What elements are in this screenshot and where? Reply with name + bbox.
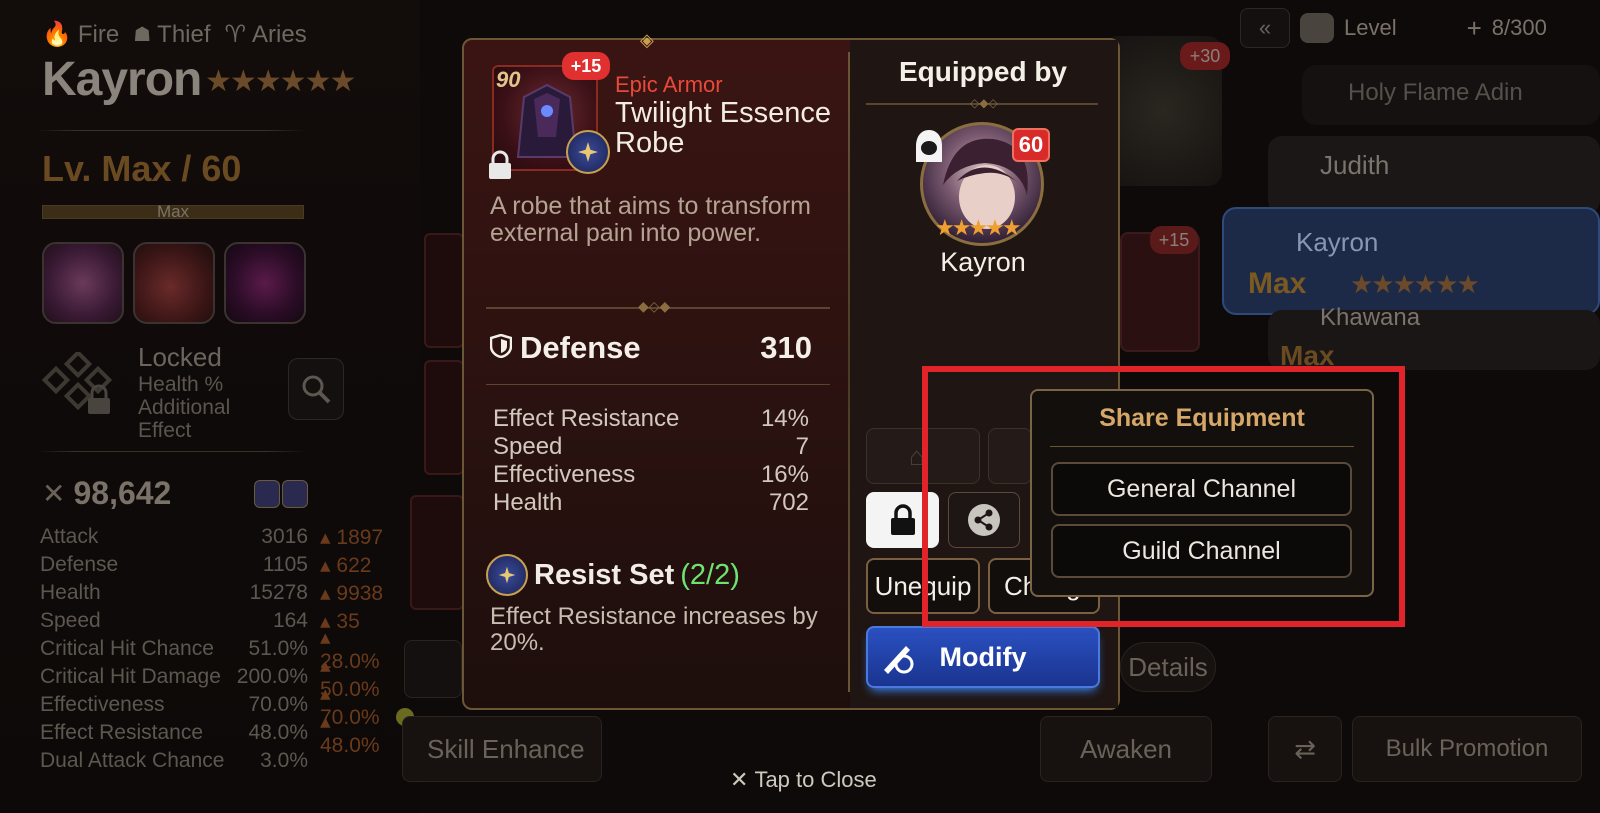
search-button[interactable] bbox=[288, 358, 344, 420]
double-chevron-left-icon: « bbox=[1258, 15, 1272, 40]
sub-stats: Effect Resistance 14% Speed 7 Effectivenes… bbox=[493, 405, 809, 517]
skill-enhance-button[interactable]: Skill Enhance bbox=[402, 716, 602, 782]
modify-button[interactable]: Modify bbox=[866, 626, 1100, 688]
hero-tags: 🔥 Fire ☗ Thief ♈ Aries bbox=[42, 20, 307, 49]
imprint-locked-title: Locked bbox=[138, 342, 222, 372]
set-title: Resist Set (2/2) bbox=[486, 554, 740, 596]
set-description: Effect Resistance increases by 20%. bbox=[490, 603, 818, 656]
modify-tool-icon bbox=[880, 640, 918, 683]
skill-1-icon[interactable] bbox=[42, 242, 124, 324]
hero-name: Kayron bbox=[42, 53, 202, 106]
equip-slot-helmet[interactable] bbox=[424, 360, 464, 475]
imprint-lock-icon bbox=[40, 349, 116, 423]
sub-stat-row: Effectiveness 16% bbox=[493, 461, 809, 488]
hero-list-item-selected[interactable]: Kayron Max ★★★★★★ bbox=[1222, 207, 1600, 315]
divider bbox=[848, 52, 850, 692]
set-icon bbox=[282, 480, 308, 508]
imprint-locked-desc: Health % Additional Effect bbox=[138, 373, 231, 442]
resist-set-icon bbox=[486, 554, 528, 596]
item-description: A robe that aims to transform external p… bbox=[490, 192, 811, 247]
awaken-button[interactable]: Awaken bbox=[1040, 716, 1212, 782]
hero-list-item[interactable]: Khawana Max bbox=[1268, 304, 1600, 371]
equipped-by-title: Equipped by bbox=[899, 56, 1067, 87]
sub-stat-row: Health 702 bbox=[493, 489, 809, 516]
item-rarity: Epic Armor bbox=[615, 72, 723, 97]
hero-stats-table: Attack 3016 ▴ 1897 Defense 1105 ▴ 622 Health… bbox=[40, 523, 390, 775]
aries-icon: ♈ bbox=[224, 21, 247, 48]
lock-icon bbox=[890, 504, 915, 535]
bulk-promotion-button[interactable]: Bulk Promotion bbox=[1352, 716, 1582, 782]
hero-list-item[interactable]: Judith bbox=[1268, 136, 1600, 214]
stat-row: Health 15278 ▴ 9938 bbox=[40, 581, 384, 605]
divider bbox=[36, 451, 306, 452]
ornament-icon: ◆◇◆ bbox=[638, 298, 671, 314]
hero-level-badge: 60 bbox=[1012, 128, 1050, 162]
ornament-icon: ◈ bbox=[640, 30, 654, 50]
class-tag: ☗ Thief bbox=[133, 20, 211, 48]
swap-button[interactable]: ⇄ bbox=[1268, 716, 1342, 782]
equip-slot-weapon[interactable] bbox=[424, 233, 464, 348]
top-bar: « Level + 8/300 bbox=[1240, 8, 1547, 48]
item-enhance-badge: +15 bbox=[562, 52, 610, 80]
skill-2-icon[interactable] bbox=[133, 242, 215, 324]
plus-icon: + bbox=[1466, 12, 1482, 43]
equip-slot-armor[interactable] bbox=[410, 495, 464, 610]
level-bar-label: Max bbox=[156, 202, 190, 221]
swap-icon: ⇄ bbox=[1294, 733, 1316, 764]
equipped-hero-name: Kayron bbox=[940, 247, 1026, 277]
lock-icon bbox=[487, 150, 513, 185]
enhance-badge: +15 bbox=[1150, 226, 1198, 254]
tap-to-close[interactable]: ✕ Tap to Close bbox=[730, 767, 877, 793]
collapse-button[interactable]: « bbox=[1240, 8, 1290, 48]
details-button[interactable]: Details bbox=[1120, 642, 1216, 692]
item-level: 90 bbox=[496, 67, 521, 92]
hero-stars: ★★★★★★ bbox=[205, 65, 356, 98]
element-tag: 🔥 Fire bbox=[42, 20, 120, 49]
crossed-swords-icon: ✕ bbox=[42, 478, 66, 509]
highlight-box bbox=[922, 366, 1405, 627]
hero-level: Lv. Max / 60 bbox=[42, 148, 242, 189]
set-badges bbox=[254, 480, 308, 508]
set-icon bbox=[254, 480, 280, 508]
stat-row: Effect Resistance 48.0% ▴ 48.0% bbox=[40, 709, 380, 757]
resist-set-icon bbox=[566, 130, 610, 174]
skill-3-icon[interactable] bbox=[224, 242, 306, 324]
sub-stat-row: Effect Resistance 14% bbox=[493, 405, 809, 432]
sub-stat-row: Speed 7 bbox=[493, 433, 809, 460]
hero-list-item[interactable]: Holy Flame Adin bbox=[1302, 65, 1600, 125]
thief-icon: ☗ bbox=[133, 24, 152, 46]
main-stat: Defense 310 bbox=[489, 330, 812, 366]
stat-row: Defense 1105 ▴ 622 bbox=[40, 553, 372, 577]
fire-icon: 🔥 bbox=[42, 21, 72, 48]
hero-capacity: 8/300 bbox=[1491, 15, 1547, 40]
magnifier-icon bbox=[302, 375, 331, 404]
enhance-badge: +30 bbox=[1180, 42, 1230, 70]
stat-row: Attack 3016 ▴ 1897 bbox=[40, 525, 384, 549]
level-sort-icon bbox=[1300, 13, 1334, 43]
shield-icon bbox=[489, 330, 513, 366]
thief-class-icon bbox=[912, 128, 946, 169]
close-icon: ✕ bbox=[730, 767, 749, 792]
divider bbox=[486, 384, 830, 385]
hero-stars: ★★★★★ bbox=[935, 215, 1022, 240]
combat-power: ✕ 98,642 bbox=[42, 475, 172, 511]
divider bbox=[36, 130, 306, 131]
favorite-button[interactable] bbox=[404, 640, 462, 698]
sort-level-label[interactable]: Level bbox=[1344, 15, 1397, 41]
ornament-icon: ◇◆◇ bbox=[970, 96, 998, 110]
item-name: Twilight Essence Robe bbox=[615, 97, 831, 159]
horoscope-tag: ♈ Aries bbox=[224, 20, 307, 49]
